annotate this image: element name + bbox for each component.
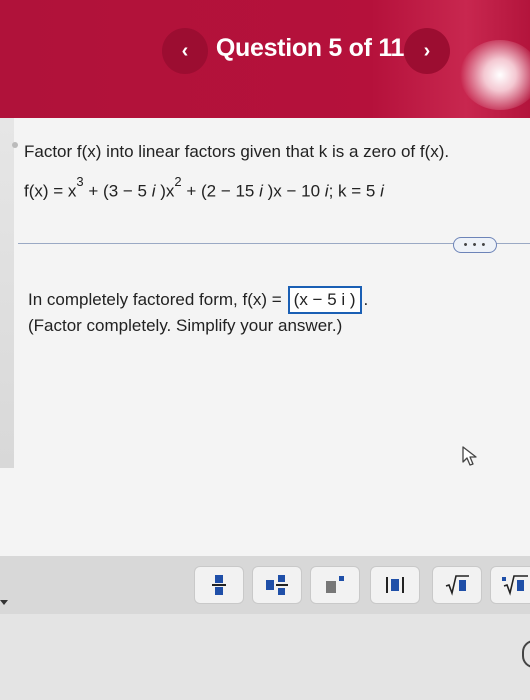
nth-root-icon (502, 575, 528, 596)
previous-question-button[interactable]: ‹ (162, 28, 208, 74)
mixed-number-icon (266, 575, 288, 595)
absolute-value-button[interactable] (370, 566, 420, 604)
answer-instructions: (Factor completely. Simplify your answer… (28, 316, 343, 335)
answer-input[interactable]: (x − 5 i ) (287, 286, 362, 314)
triangle-down-icon (0, 600, 8, 605)
absolute-value-icon (386, 577, 404, 593)
chevron-right-icon: › (423, 39, 431, 62)
answer-prefix: In completely factored form, f(x) = (28, 290, 282, 309)
question-equation: f(x) = x3 + (3 − 5 i )x2 + (2 − 15 i )x … (24, 174, 384, 202)
mixed-number-button[interactable] (252, 566, 302, 604)
question-prompt: Factor f(x) into linear factors given th… (24, 142, 450, 161)
exponent-button[interactable] (310, 566, 360, 604)
question-title: Question 5 of 11 (215, 34, 405, 62)
square-root-button[interactable] (432, 566, 482, 604)
eq-text: + (3 − 5 (83, 181, 152, 201)
square-root-icon (445, 575, 469, 596)
chevron-left-icon: ‹ (181, 39, 189, 62)
eq-text: )x (155, 181, 175, 201)
fraction-icon (212, 575, 226, 595)
left-scroll-edge (0, 118, 14, 468)
hand-cursor-icon (462, 446, 477, 466)
eq-text: f(x) = x (24, 181, 77, 201)
answer-line: In completely factored form, f(x) = (x −… (28, 286, 368, 314)
nth-root-button[interactable] (490, 566, 530, 604)
section-divider-right (496, 243, 530, 244)
more-options-button[interactable]: • • • (453, 237, 497, 253)
eq-exponent: 3 (76, 174, 84, 189)
exponent-icon (326, 576, 344, 593)
next-question-button[interactable]: › (404, 28, 450, 74)
section-divider (18, 243, 454, 244)
eq-text: ; k = 5 (328, 181, 381, 201)
glare-highlight (460, 40, 530, 110)
eq-text: + (2 − 15 (181, 181, 260, 201)
left-edge-dot (12, 142, 18, 148)
fraction-button[interactable] (194, 566, 244, 604)
eq-text: )x − 10 (262, 181, 325, 201)
eq-exponent: 2 (174, 174, 182, 189)
eq-imaginary: i (380, 181, 384, 201)
answer-suffix: . (363, 290, 369, 309)
